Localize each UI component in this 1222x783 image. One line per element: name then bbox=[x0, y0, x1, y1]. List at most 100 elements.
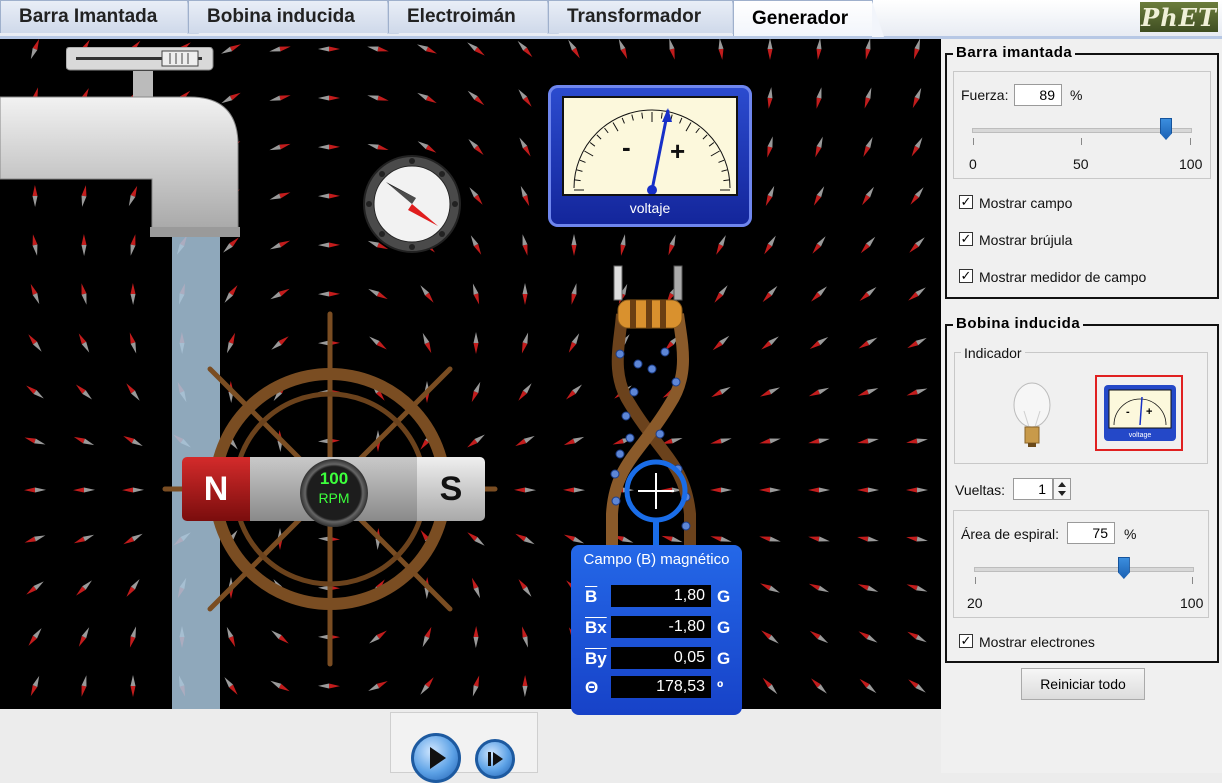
south-label: S bbox=[439, 469, 463, 508]
voltmeter: - + voltaje bbox=[548, 85, 752, 227]
field-arrow bbox=[269, 46, 291, 52]
tab-bar-magnet[interactable]: Barra Imantada bbox=[0, 0, 199, 34]
check-mark: ✓ bbox=[960, 231, 972, 246]
field-arrow bbox=[761, 630, 779, 644]
field-arrow bbox=[906, 487, 928, 493]
field-arrow bbox=[318, 683, 340, 689]
field-meter-row-bx: Bx -1,80 G bbox=[581, 616, 741, 640]
strength-slider-track[interactable] bbox=[972, 128, 1192, 133]
field-arrow bbox=[864, 87, 872, 109]
show-compass-checkbox[interactable]: ✓ bbox=[959, 232, 973, 246]
field-arrow bbox=[515, 435, 535, 447]
loops-input[interactable]: 1 bbox=[1013, 478, 1053, 500]
field-arrow bbox=[812, 236, 826, 254]
group-title: Bobina inducida bbox=[953, 315, 1084, 332]
field-arrow bbox=[809, 336, 829, 350]
field-arrow bbox=[759, 487, 781, 493]
field-arrow bbox=[811, 286, 827, 302]
row-name: Θ bbox=[585, 678, 599, 697]
faucet-spout bbox=[150, 227, 240, 237]
tab-pickup-coil[interactable]: Bobina inducida bbox=[188, 0, 399, 34]
field-arrow bbox=[859, 286, 877, 302]
lightbulb-icon[interactable] bbox=[1007, 381, 1057, 451]
field-arrow bbox=[767, 136, 773, 158]
show-field-meter-checkbox[interactable]: ✓ bbox=[959, 269, 973, 283]
field-arrow bbox=[269, 240, 291, 250]
area-slider-thumb[interactable] bbox=[1117, 557, 1130, 579]
field-arrow bbox=[857, 388, 879, 396]
tab-bar: Barra Imantada Bobina inducida Electroim… bbox=[0, 0, 1222, 39]
field-arrow bbox=[517, 40, 533, 58]
field-arrow bbox=[270, 288, 290, 300]
field-meter-row-theta: Θ 178,53 º bbox=[581, 676, 741, 700]
indicator-group: Indicador - + voltage bbox=[954, 345, 1208, 464]
field-arrow bbox=[467, 90, 485, 106]
rpm-value: 100 bbox=[319, 469, 349, 488]
field-arrow bbox=[908, 679, 926, 693]
show-field-checkbox[interactable]: ✓ bbox=[959, 195, 973, 209]
field-arrow bbox=[568, 333, 580, 353]
field-arrow bbox=[759, 536, 781, 542]
row-unit: º bbox=[717, 678, 724, 697]
slider-max-label: 100 bbox=[1179, 156, 1203, 172]
step-icon bbox=[488, 752, 503, 766]
check-mark: ✓ bbox=[960, 268, 972, 283]
field-arrow bbox=[522, 675, 528, 697]
strength-slider-thumb[interactable] bbox=[1160, 118, 1173, 140]
field-arrow bbox=[269, 143, 291, 151]
field-meter-readout[interactable]: Campo (B) magnético B 1,80 G Bx -1,80 G … bbox=[571, 545, 742, 715]
area-slider-track[interactable] bbox=[974, 567, 1194, 572]
voltmeter-indicator-option[interactable]: - + voltage bbox=[1095, 375, 1183, 451]
field-arrow bbox=[520, 185, 530, 207]
field-arrow bbox=[764, 235, 776, 255]
reset-all-button[interactable]: Reiniciar todo bbox=[1021, 668, 1145, 700]
tab-transformer[interactable]: Transformador bbox=[548, 0, 744, 34]
phet-logo: PhET bbox=[1140, 2, 1218, 32]
field-arrow bbox=[808, 536, 830, 542]
water-flow-knob[interactable] bbox=[161, 50, 199, 67]
play-button[interactable] bbox=[411, 733, 461, 783]
field-arrow bbox=[514, 487, 536, 493]
field-arrow bbox=[906, 438, 928, 444]
voltmeter-label: voltaje bbox=[629, 200, 671, 216]
field-arrow bbox=[718, 39, 724, 60]
area-input[interactable]: 75 bbox=[1067, 522, 1115, 544]
tab-electromagnet[interactable]: Electroimán bbox=[388, 0, 559, 34]
field-arrow bbox=[318, 242, 340, 248]
mini-minus: - bbox=[1126, 406, 1130, 418]
field-arrow bbox=[906, 536, 928, 542]
loops-spinner[interactable] bbox=[1053, 478, 1071, 500]
field-arrow bbox=[906, 584, 928, 592]
row-unit: G bbox=[717, 649, 731, 668]
field-arrow bbox=[522, 234, 528, 256]
area-unit: % bbox=[1124, 526, 1137, 542]
field-arrow bbox=[808, 487, 830, 493]
voltmeter-plus: + bbox=[670, 136, 685, 166]
field-arrow bbox=[420, 677, 434, 695]
field-arrow bbox=[813, 186, 825, 206]
clock-controls bbox=[390, 712, 538, 783]
field-arrow bbox=[865, 39, 871, 60]
field-arrow bbox=[620, 234, 626, 256]
voltmeter-icon: - + voltage bbox=[1104, 385, 1176, 441]
field-arrow bbox=[907, 631, 927, 643]
show-electrons-checkbox[interactable]: ✓ bbox=[959, 634, 973, 648]
field-arrow bbox=[563, 534, 585, 544]
tab-generator[interactable]: Generador bbox=[733, 0, 884, 37]
field-arrow bbox=[910, 187, 924, 205]
field-arrow bbox=[368, 288, 388, 300]
slider-tick bbox=[1190, 138, 1191, 145]
water-flow-slider[interactable] bbox=[66, 47, 214, 71]
field-arrow bbox=[318, 46, 340, 52]
magnet-north-pole: N bbox=[182, 457, 250, 521]
row-name: B bbox=[585, 587, 598, 606]
field-arrow bbox=[762, 677, 778, 695]
rpm-display: 100 RPM bbox=[300, 459, 368, 527]
field-arrow bbox=[808, 438, 830, 444]
field-arrow bbox=[469, 187, 483, 205]
compass-icon[interactable] bbox=[362, 154, 462, 254]
slider-tick bbox=[1192, 577, 1193, 584]
strength-input[interactable]: 89 bbox=[1014, 84, 1062, 106]
field-meter-probe[interactable] bbox=[622, 458, 692, 553]
step-button[interactable] bbox=[475, 739, 515, 779]
